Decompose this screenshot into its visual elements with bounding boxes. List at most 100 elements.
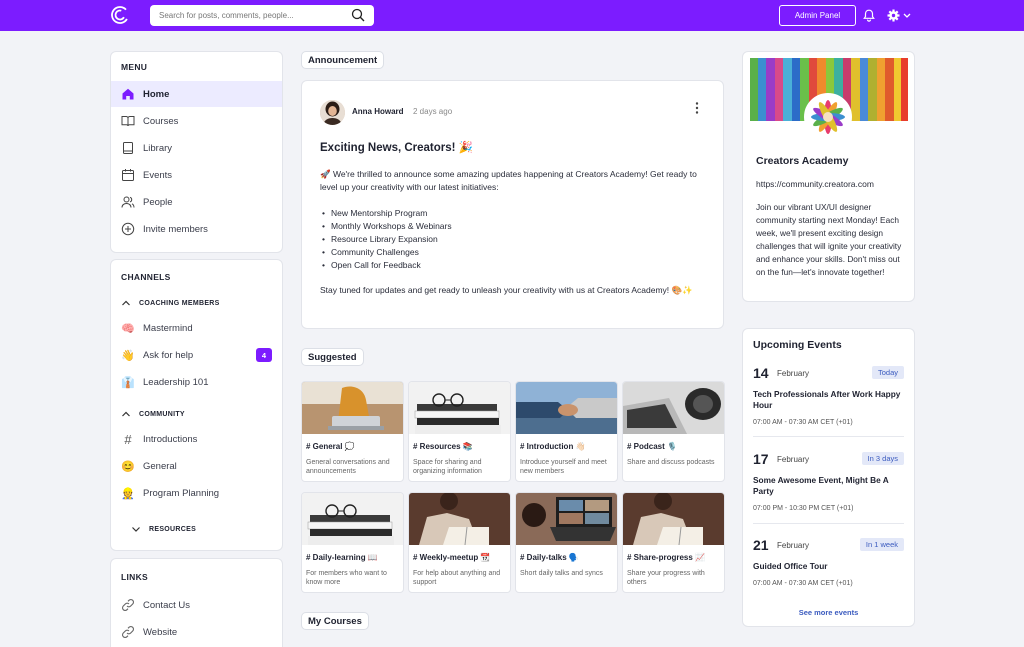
link-icon	[121, 598, 135, 612]
group-coaching-members[interactable]: COACHING MEMBERS	[121, 298, 220, 308]
link-icon	[121, 625, 135, 639]
event-day: 14	[753, 365, 769, 381]
menu-item-label: Invite members	[143, 223, 208, 235]
list-item: Monthly Workshops & Webinars	[322, 220, 452, 233]
suggested-channel-general[interactable]: # General 💭 General conversations and an…	[301, 381, 404, 482]
more-options-icon[interactable]	[694, 101, 700, 115]
link-label: Website	[143, 626, 178, 638]
channel-thumbnail	[623, 382, 724, 434]
channel-label: Introductions	[143, 433, 198, 445]
event-name: Some Awesome Event, Might Be A Party	[753, 475, 889, 496]
menu-item-courses[interactable]: Courses	[111, 108, 282, 134]
channel-thumbnail	[516, 493, 617, 545]
event-relative-date-badge: In 3 days	[861, 452, 904, 465]
see-more-events-link[interactable]: See more events	[743, 608, 914, 617]
channel-ask-for-help[interactable]: 👋 Ask for help 4	[111, 342, 282, 368]
channel-general[interactable]: 😊 General	[111, 453, 282, 479]
channel-name: # Resources 📚	[413, 442, 473, 451]
author-name[interactable]: Anna Howard	[352, 107, 404, 116]
top-bar: Admin Panel	[0, 0, 1024, 31]
channel-introductions[interactable]: # Introductions	[111, 426, 282, 452]
home-icon	[121, 87, 135, 101]
channel-description: Short daily talks and syncs	[520, 570, 603, 577]
event-item[interactable]: 17 February In 3 days Some Awesome Event…	[753, 451, 904, 521]
people-icon	[121, 195, 135, 209]
channel-description: Share and discuss podcasts	[627, 459, 715, 466]
suggested-channel-introduction[interactable]: # Introduction 👋🏻 Introduce yourself and…	[515, 381, 618, 482]
search-bar[interactable]	[150, 5, 374, 26]
post-title: Exciting News, Creators! 🎉	[320, 142, 473, 154]
channel-thumbnail	[409, 493, 510, 545]
links-title: LINKS	[121, 572, 148, 582]
my-courses-section-label: My Courses	[301, 612, 369, 630]
event-day: 21	[753, 537, 769, 553]
group-community[interactable]: COMMUNITY	[121, 409, 185, 419]
link-contact-us[interactable]: Contact Us	[111, 592, 282, 618]
channel-description: Space for sharing and organizing informa…	[413, 459, 482, 475]
channel-thumbnail	[623, 493, 724, 545]
author-avatar[interactable]	[320, 100, 345, 125]
search-icon[interactable]	[351, 8, 365, 22]
channel-description: Share your progress with others	[627, 570, 705, 586]
channel-thumbnail	[302, 493, 403, 545]
divider	[753, 436, 904, 437]
suggested-channel-weekly-meetup[interactable]: # Weekly-meetup 📆 For help about anythin…	[408, 492, 511, 593]
bell-icon[interactable]	[863, 9, 875, 22]
menu-item-people[interactable]: People	[111, 189, 282, 215]
suggested-channel-resources[interactable]: # Resources 📚 Space for sharing and orga…	[408, 381, 511, 482]
channel-leadership-101[interactable]: 👔 Leadership 101	[111, 369, 282, 395]
channel-name: # Weekly-meetup 📆	[413, 553, 491, 562]
channel-description: General conversations and announcements	[306, 459, 390, 475]
search-input[interactable]	[159, 5, 349, 26]
suggested-channel-podcast[interactable]: # Podcast 🎙️ Share and discuss podcasts	[622, 381, 725, 482]
event-time: 07:00 AM - 07:30 AM CET (+01)	[753, 419, 853, 426]
menu-card: MENU Home Courses Library Events People	[110, 51, 283, 253]
link-website[interactable]: Website	[111, 619, 282, 645]
channel-label: Mastermind	[143, 322, 193, 334]
event-month: February	[777, 541, 810, 550]
menu-item-label: Library	[143, 142, 173, 154]
community-avatar	[804, 93, 852, 141]
channel-label: General	[143, 460, 177, 472]
event-time: 07:00 AM - 07:30 AM CET (+01)	[753, 580, 853, 587]
brain-icon: 🧠	[121, 322, 135, 335]
event-day: 17	[753, 451, 769, 467]
event-name: Tech Professionals After Work Happy Hour	[753, 389, 901, 410]
suggested-channel-share-progress[interactable]: # Share-progress 📈 Share your progress w…	[622, 492, 725, 593]
construction-worker-icon: 👷	[121, 487, 135, 500]
post-bullet-list: New Mentorship Program Monthly Workshops…	[322, 207, 452, 272]
list-item: Resource Library Expansion	[322, 233, 452, 246]
list-item: Open Call for Feedback	[322, 259, 452, 272]
menu-item-label: Home	[143, 88, 170, 100]
event-item[interactable]: 21 February In 1 week Guided Office Tour…	[753, 537, 904, 597]
event-time: 07:00 PM - 10:30 PM CET (+01)	[753, 505, 854, 512]
suggested-channel-daily-learning[interactable]: # Daily-learning 📖 For members who want …	[301, 492, 404, 593]
waving-hand-icon: 👋	[121, 349, 135, 362]
event-item[interactable]: 14 February Today Tech Professionals Aft…	[753, 365, 904, 435]
gear-icon[interactable]	[887, 9, 900, 22]
suggested-channel-daily-talks[interactable]: # Daily-talks 🗣️ Short daily talks and s…	[515, 492, 618, 593]
channel-program-planning[interactable]: 👷 Program Planning	[111, 480, 282, 506]
channel-description: Introduce yourself and meet new members	[520, 459, 607, 475]
unread-badge: 4	[256, 348, 272, 362]
admin-panel-button[interactable]: Admin Panel	[779, 5, 856, 26]
businessperson-icon: 👔	[121, 376, 135, 389]
community-logo-icon[interactable]	[110, 5, 130, 25]
chevron-down-icon[interactable]	[903, 12, 911, 19]
menu-item-library[interactable]: Library	[111, 135, 282, 161]
divider	[753, 523, 904, 524]
list-item: Community Challenges	[322, 246, 452, 259]
links-card: LINKS Contact Us Website	[110, 558, 283, 647]
calendar-icon	[121, 168, 135, 182]
channel-mastermind[interactable]: 🧠 Mastermind	[111, 315, 282, 341]
menu-item-home[interactable]: Home	[111, 81, 282, 107]
group-resources[interactable]: RESOURCES	[131, 524, 196, 534]
channel-name: # Introduction 👋🏻	[520, 442, 586, 451]
channel-name: # Podcast 🎙️	[627, 442, 677, 451]
menu-item-invite-members[interactable]: Invite members	[111, 216, 282, 242]
community-url[interactable]: https://community.creatora.com	[756, 179, 874, 189]
channel-description: For members who want to know more	[306, 570, 387, 586]
event-relative-date-badge: In 1 week	[859, 538, 904, 551]
menu-item-events[interactable]: Events	[111, 162, 282, 188]
channel-label: Program Planning	[143, 487, 220, 499]
